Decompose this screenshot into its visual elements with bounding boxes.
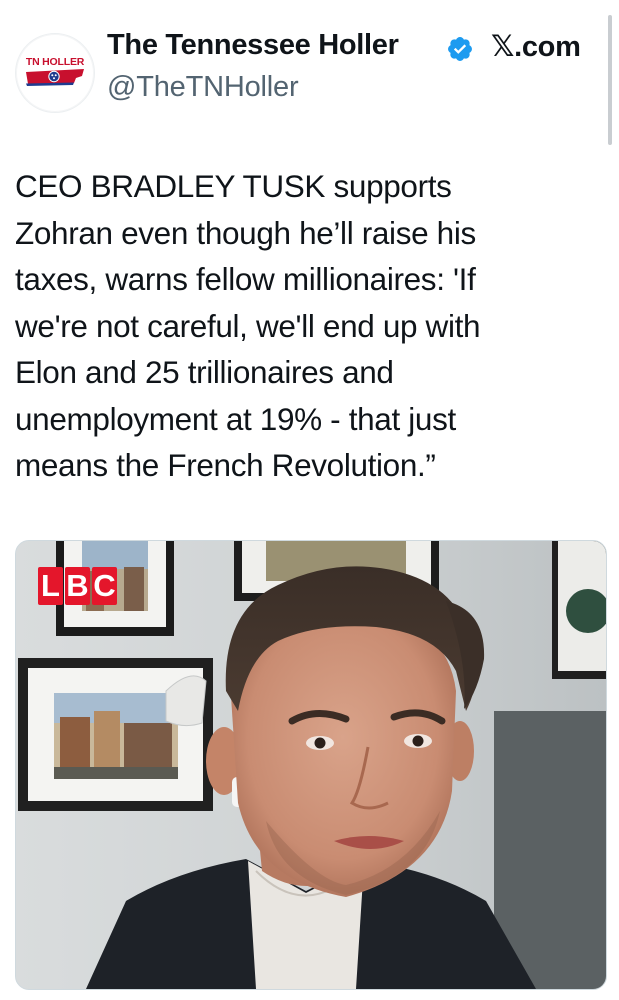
display-name[interactable]: The Tennessee Holler: [107, 29, 399, 62]
tweet-text: CEO BRADLEY TUSK supports Zohran even th…: [15, 168, 481, 483]
source-site-label[interactable]: 𝕏.com: [491, 29, 581, 64]
lbc-logo-letter: L: [38, 567, 63, 605]
lbc-logo: L B C: [38, 567, 117, 605]
tennessee-flag-icon: [26, 69, 84, 86]
account-handle[interactable]: @TheTNHoller: [107, 71, 299, 104]
lbc-logo-letter: C: [92, 567, 117, 605]
lbc-logo-letter: B: [65, 567, 90, 605]
tweet-media[interactable]: L B C: [15, 540, 607, 990]
avatar-logo-text: TN HOLLER: [25, 56, 85, 68]
verified-badge-icon: [448, 37, 472, 61]
scrollbar[interactable]: [608, 15, 612, 145]
avatar[interactable]: TN HOLLER: [15, 33, 95, 113]
media-image: [16, 541, 606, 989]
